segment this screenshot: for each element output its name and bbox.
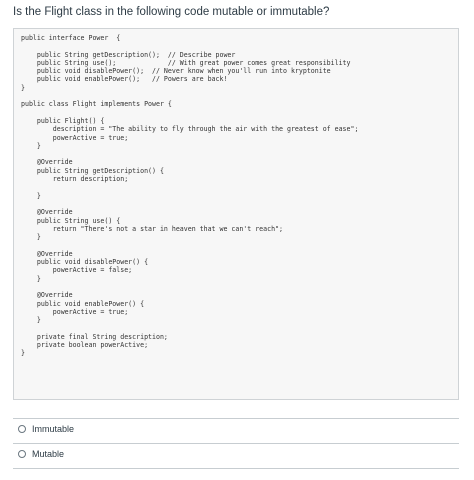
option-divider (13, 443, 459, 444)
option-immutable[interactable]: Immutable (18, 422, 74, 436)
code-block: public interface Power { public String g… (13, 28, 459, 400)
radio-button-immutable[interactable] (18, 425, 26, 433)
question-text: Is the Flight class in the following cod… (13, 6, 330, 18)
option-mutable[interactable]: Mutable (18, 447, 64, 461)
radio-button-mutable[interactable] (18, 450, 26, 458)
code-text: public interface Power { public String g… (21, 34, 359, 358)
option-label-immutable[interactable]: Immutable (32, 424, 74, 434)
option-divider (13, 468, 459, 469)
option-label-mutable[interactable]: Mutable (32, 449, 64, 459)
option-divider (13, 418, 459, 419)
